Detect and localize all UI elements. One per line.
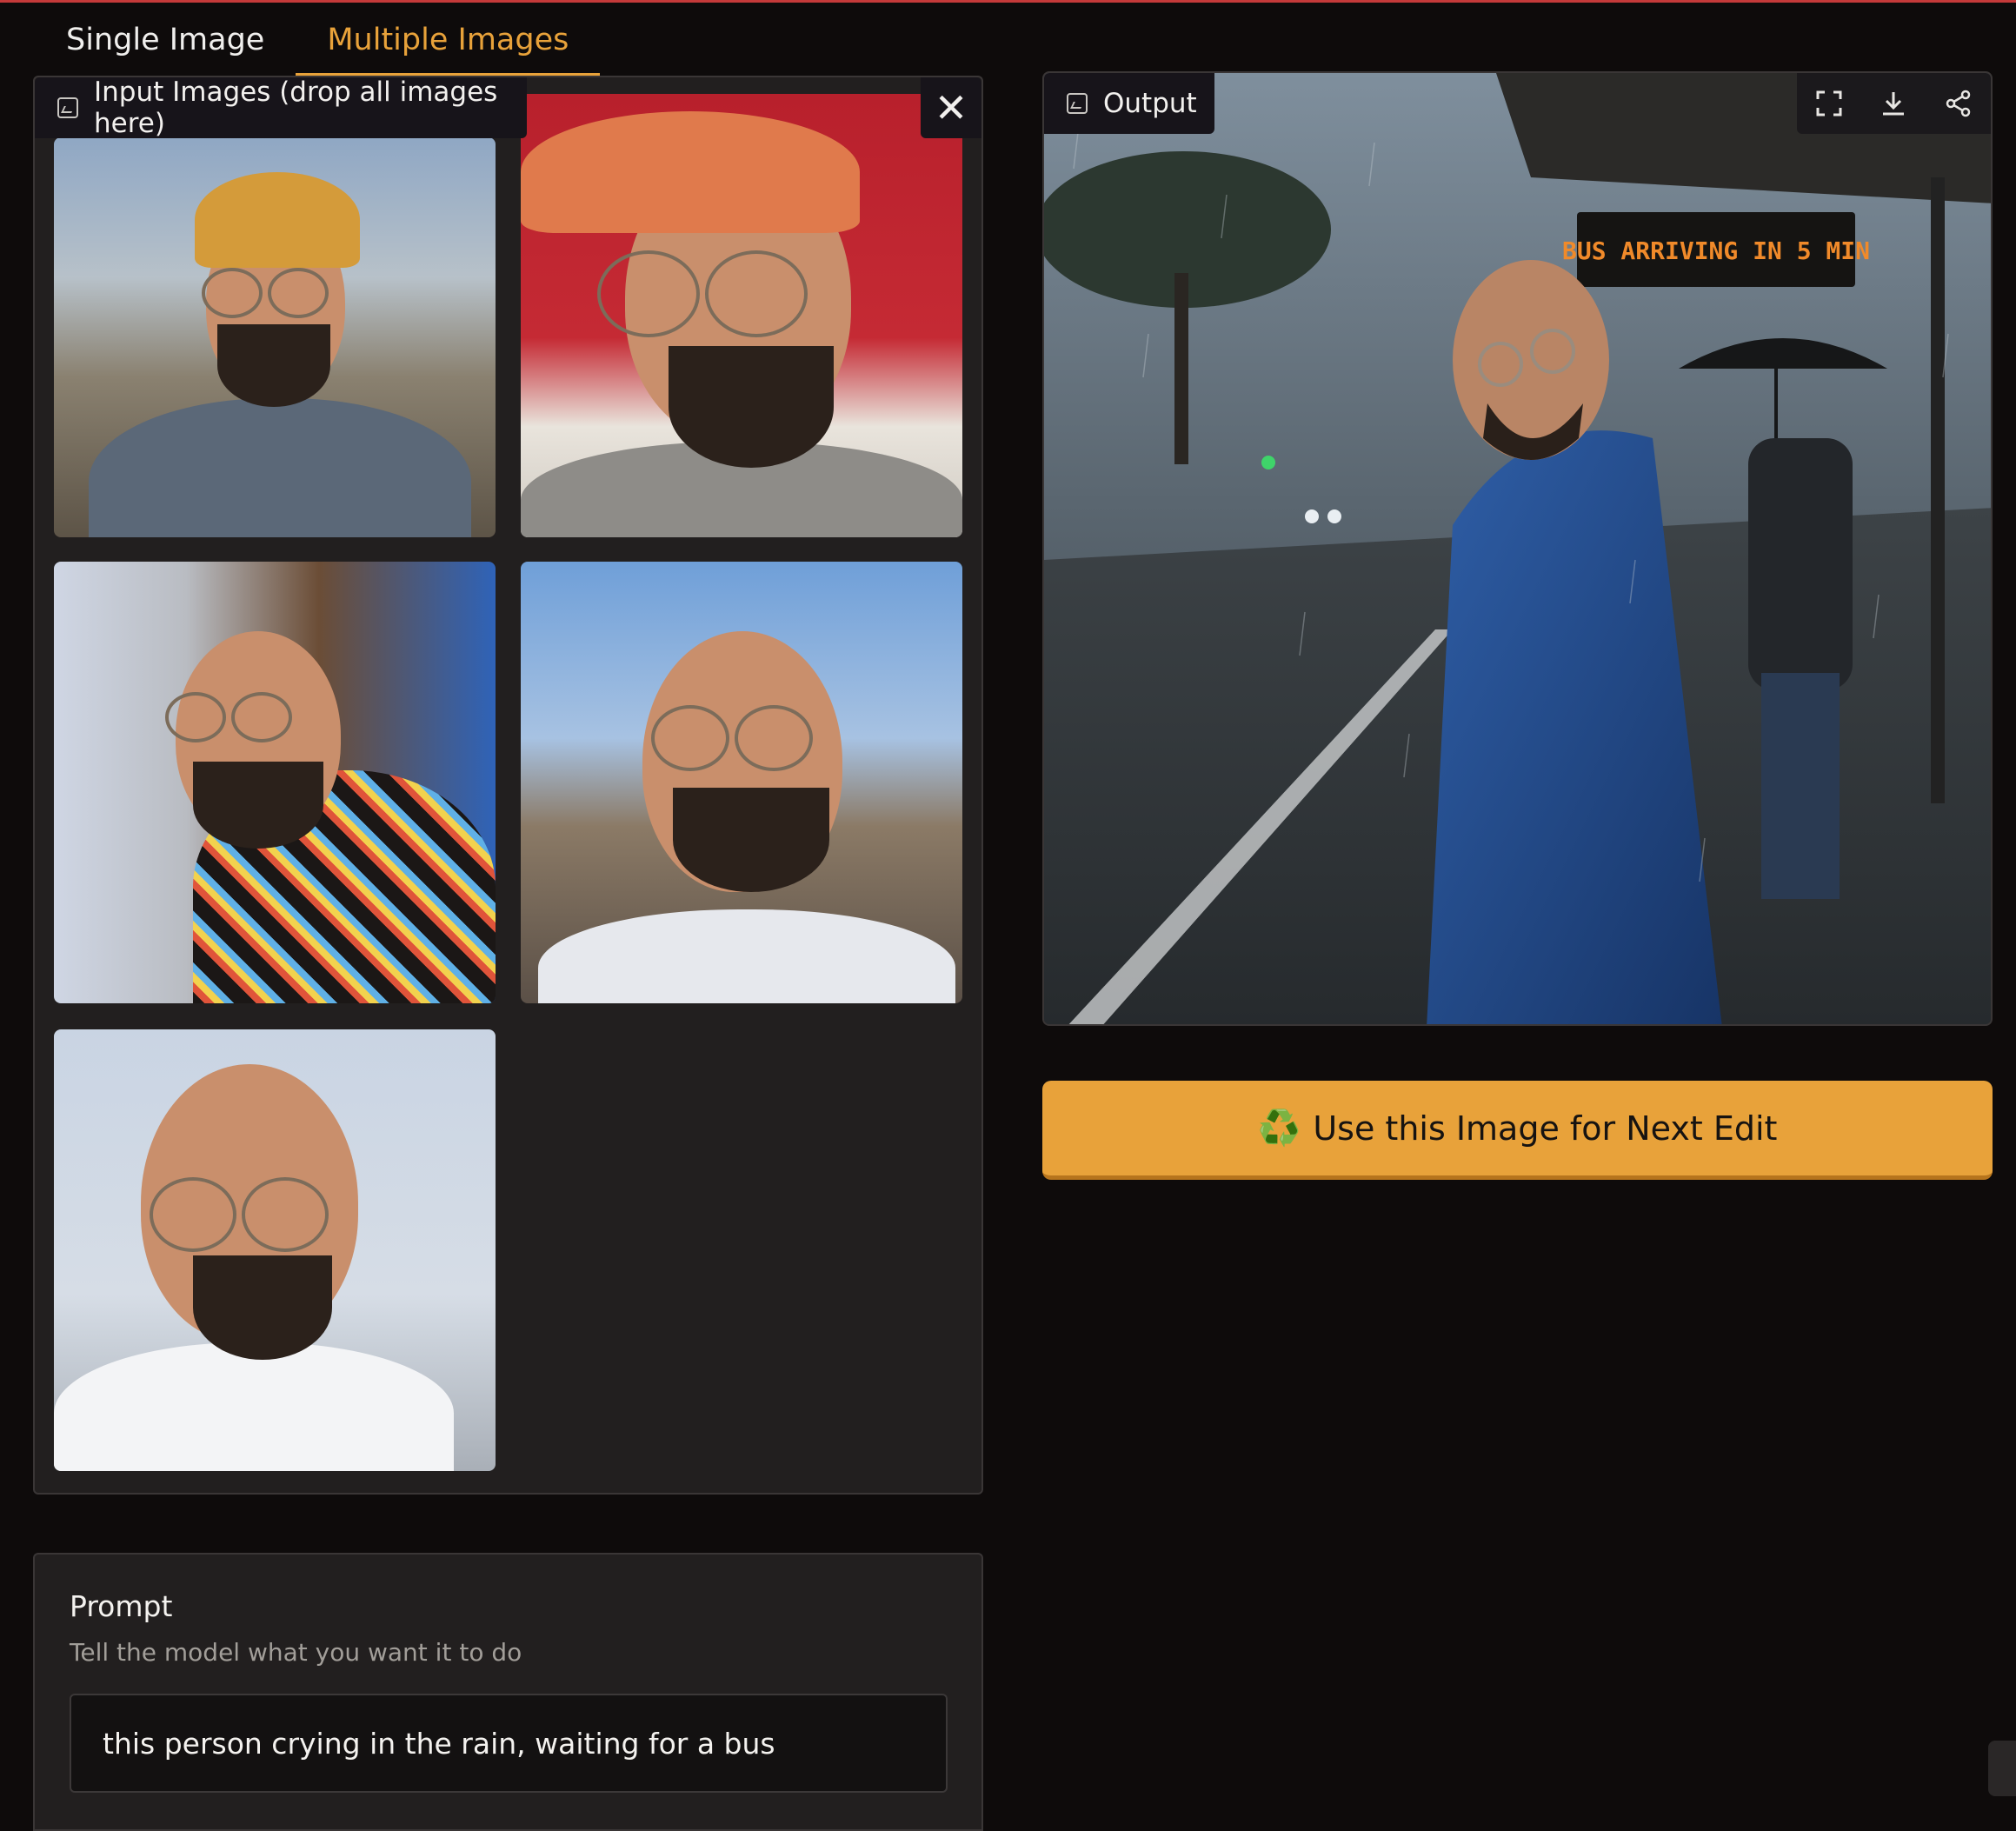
download-button[interactable] xyxy=(1873,83,1914,124)
traffic-light xyxy=(1261,456,1275,469)
tree-trunk xyxy=(1174,273,1188,464)
output-label-text: Output xyxy=(1103,88,1197,119)
tab-single-image[interactable]: Single Image xyxy=(35,16,296,77)
bystander-jeans xyxy=(1761,673,1840,899)
next-edit-label: Use this Image for Next Edit xyxy=(1313,1109,1778,1148)
glasses xyxy=(651,705,813,771)
bystander-coat xyxy=(1748,438,1853,690)
glasses xyxy=(150,1177,329,1252)
person-body xyxy=(54,1342,454,1471)
person-beard xyxy=(669,346,834,468)
orange-cap xyxy=(521,111,860,233)
clear-images-button[interactable]: ✕ xyxy=(921,77,981,138)
car-headlight xyxy=(1327,509,1341,523)
share-button[interactable] xyxy=(1938,83,1979,124)
fullscreen-button[interactable] xyxy=(1808,83,1850,124)
input-images-label-text: Input Images (drop all images here) xyxy=(94,77,498,139)
umbrella-handle xyxy=(1774,369,1778,438)
share-icon xyxy=(1946,90,1971,117)
close-icon: ✕ xyxy=(934,84,968,131)
input-images-label: Input Images (drop all images here) xyxy=(35,77,527,139)
prompt-hint: Tell the model what you want it to do xyxy=(70,1638,522,1667)
fullscreen-icon xyxy=(1816,90,1842,117)
input-image-4[interactable] xyxy=(521,562,962,1003)
image-icon xyxy=(1067,93,1088,114)
glasses xyxy=(165,692,292,742)
prompt-input[interactable]: this person crying in the rain, waiting … xyxy=(70,1694,948,1793)
output-scene: BUS ARRIVING IN 5 MIN xyxy=(1044,73,1991,1024)
output-toolbar xyxy=(1797,73,1991,134)
input-image-3[interactable] xyxy=(54,562,496,1003)
prompt-title: Prompt xyxy=(70,1589,173,1623)
mode-tabs: Single Image Multiple Images xyxy=(35,16,601,77)
glasses xyxy=(597,250,808,337)
image-icon xyxy=(57,97,78,118)
bus-sign-text: BUS ARRIVING IN 5 MIN xyxy=(1562,236,1870,265)
output-image[interactable]: BUS ARRIVING IN 5 MIN xyxy=(1042,71,1993,1026)
side-edge-button[interactable] xyxy=(1988,1741,2016,1796)
recycle-icon: ♻️ xyxy=(1257,1109,1301,1149)
person-head xyxy=(1453,260,1609,460)
prompt-panel: Prompt Tell the model what you want it t… xyxy=(33,1553,983,1831)
output-label: Output xyxy=(1044,73,1214,134)
person-beard xyxy=(193,762,323,849)
shelter-post xyxy=(1931,177,1945,803)
top-accent-line xyxy=(0,0,2016,3)
download-icon xyxy=(1883,92,1905,116)
car-headlight xyxy=(1305,509,1319,523)
person-beard xyxy=(217,324,330,407)
glasses xyxy=(202,268,329,318)
input-image-5[interactable] xyxy=(54,1029,496,1471)
tab-multiple-images[interactable]: Multiple Images xyxy=(296,16,601,77)
use-image-for-next-edit-button[interactable]: ♻️ Use this Image for Next Edit xyxy=(1042,1081,1993,1180)
input-image-1[interactable] xyxy=(54,137,496,537)
beanie-hat xyxy=(195,172,360,268)
input-image-2[interactable] xyxy=(521,94,962,537)
person-beard xyxy=(193,1255,332,1360)
person-beard xyxy=(673,788,829,892)
